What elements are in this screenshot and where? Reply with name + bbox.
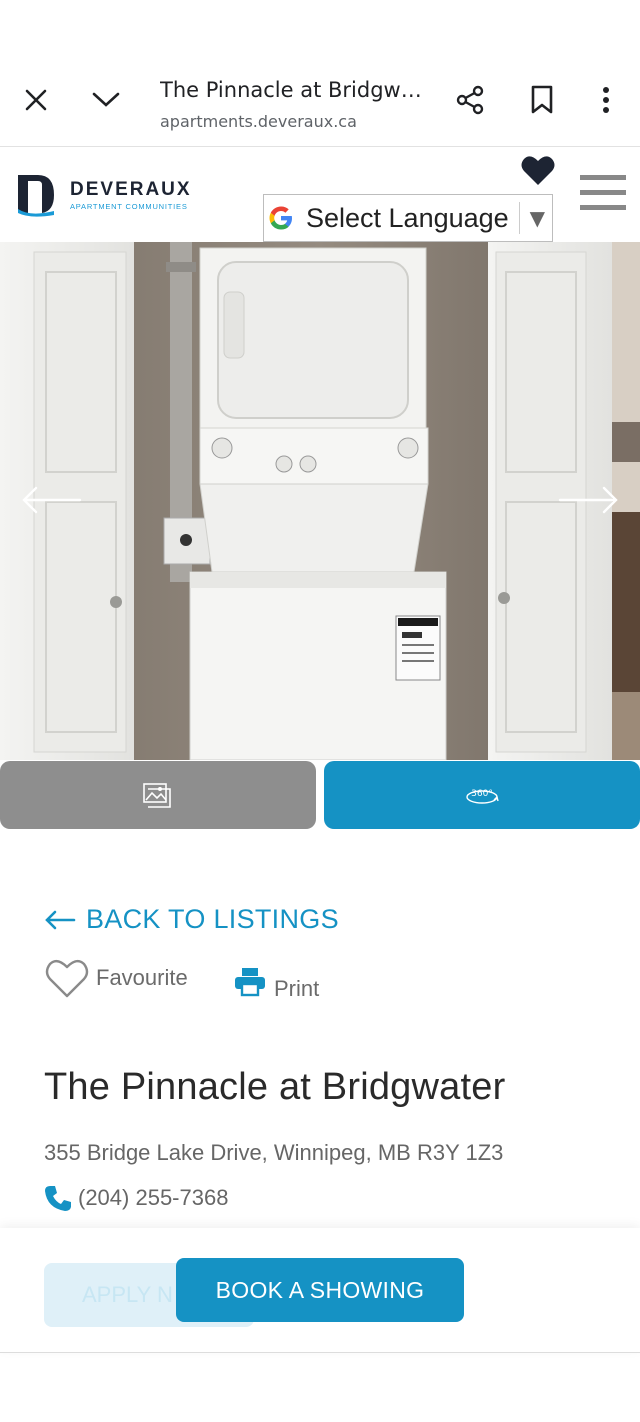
tour-360-tab[interactable]: 360° xyxy=(324,761,640,829)
site-header: DEVERAUX APARTMENT COMMUNITIES Select La… xyxy=(0,147,640,242)
property-address: 355 Bridge Lake Drive, Winnipeg, MB R3Y … xyxy=(44,1140,504,1165)
logo-mark-icon xyxy=(18,175,54,217)
laundry-closet-photo xyxy=(0,242,640,760)
bookmark-icon[interactable] xyxy=(522,80,562,120)
chevron-down-icon[interactable] xyxy=(86,80,126,120)
dropdown-arrow-icon: ▼ xyxy=(529,206,546,230)
book-showing-label: BOOK A SHOWING xyxy=(215,1276,425,1303)
gallery-next-arrow-icon[interactable] xyxy=(558,486,620,518)
print-button[interactable]: Print xyxy=(234,962,319,1002)
photos-tab[interactable] xyxy=(0,761,316,829)
back-to-listings-link[interactable]: BACK TO LISTINGS xyxy=(44,904,339,935)
print-label: Print xyxy=(274,976,320,1001)
gallery-photo[interactable] xyxy=(0,242,640,760)
close-icon[interactable] xyxy=(16,80,56,120)
phone-number: (204) 255-7368 xyxy=(78,1185,229,1210)
gallery-prev-arrow-icon[interactable] xyxy=(20,486,82,518)
favourite-button[interactable]: Favourite xyxy=(44,956,188,1000)
browser-toolbar: The Pinnacle at Bridgwat... apartments.d… xyxy=(0,62,640,147)
phone-link[interactable]: (204) 255-7368 xyxy=(44,1184,228,1212)
image-icon xyxy=(143,783,171,808)
book-showing-button[interactable]: BOOK A SHOWING xyxy=(176,1258,464,1322)
language-select[interactable]: Select Language ▼ xyxy=(263,194,553,242)
hamburger-menu-icon[interactable] xyxy=(580,173,626,217)
language-select-label: Select Language xyxy=(306,202,509,233)
arrow-left-icon xyxy=(45,910,76,929)
back-link-label: BACK TO LISTINGS xyxy=(86,904,339,934)
brand-name: DEVERAUX xyxy=(70,179,192,200)
deveraux-logo[interactable]: DEVERAUX APARTMENT COMMUNITIES xyxy=(16,173,192,217)
divider xyxy=(518,202,520,234)
page-title[interactable]: The Pinnacle at Bridgwat... xyxy=(160,78,428,102)
bottom-action-bar: APPLY N BOOK A SHOWING xyxy=(0,1228,640,1353)
property-name: The Pinnacle at Bridgwater xyxy=(44,1066,506,1108)
svg-text:360°: 360° xyxy=(471,789,493,799)
apply-label: APPLY N xyxy=(82,1282,173,1307)
brand-tagline: APARTMENT COMMUNITIES xyxy=(70,202,188,211)
phone-icon xyxy=(45,1186,71,1211)
favourites-heart-icon[interactable] xyxy=(520,153,556,191)
google-g-icon xyxy=(269,206,292,230)
page-url[interactable]: apartments.deveraux.ca xyxy=(160,112,357,131)
360-view-icon: 360° xyxy=(466,789,499,804)
favourite-label: Favourite xyxy=(96,965,188,990)
heart-outline-icon xyxy=(45,959,89,998)
share-icon[interactable] xyxy=(450,80,490,120)
printer-icon xyxy=(235,968,265,997)
more-vert-icon[interactable] xyxy=(586,80,626,120)
